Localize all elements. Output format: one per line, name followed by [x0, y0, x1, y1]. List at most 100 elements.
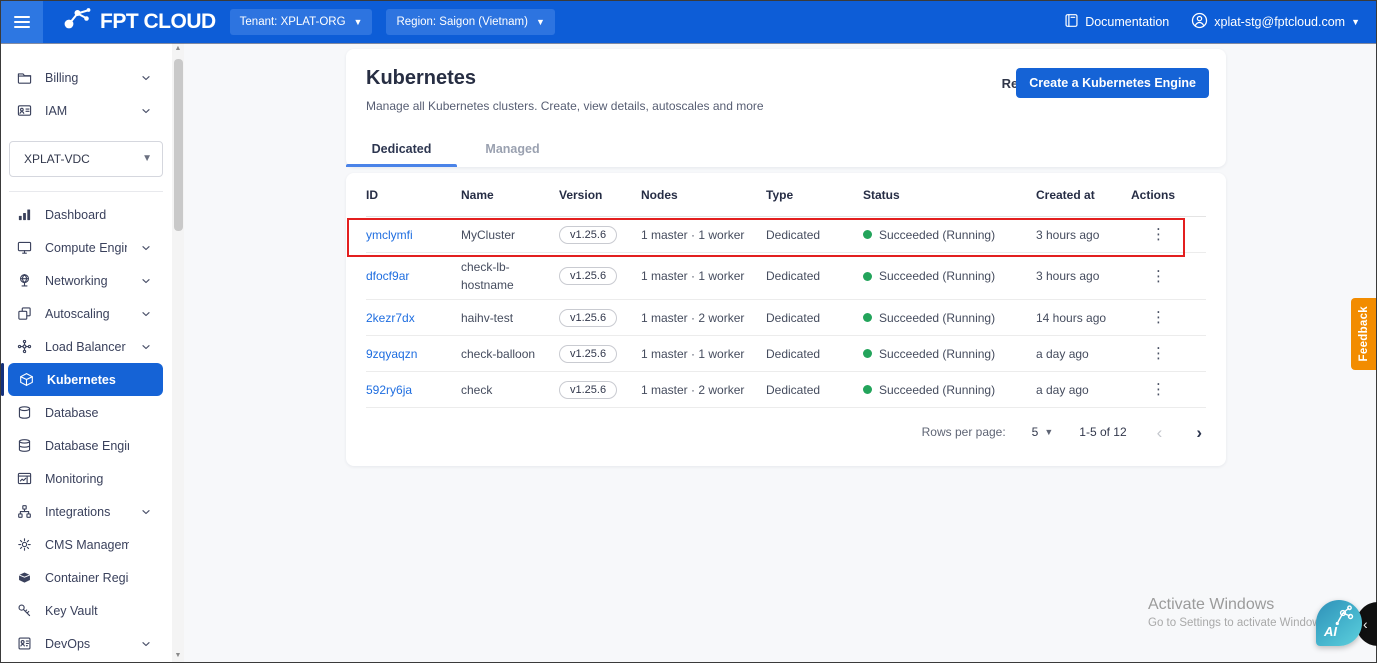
cluster-id-link[interactable]: dfocf9ar [366, 269, 409, 283]
database-icon [16, 405, 32, 421]
status-dot-icon [863, 313, 872, 322]
sidebar-item-key-vault[interactable]: Key Vault [1, 594, 166, 627]
tab-managed[interactable]: Managed [457, 142, 568, 167]
status-text: Succeeded (Running) [879, 346, 996, 361]
chevron-down-icon [142, 572, 152, 584]
cluster-actions-cell: ⋮ [1131, 380, 1206, 399]
version-badge: v1.25.6 [559, 225, 618, 244]
cluster-type-cell: Dedicated [766, 269, 821, 283]
row-actions-menu-icon[interactable]: ⋮ [1145, 267, 1172, 286]
sidebar-item-label: Kubernetes [47, 372, 116, 387]
vdc-selector-value: XPLAT-VDC [24, 152, 90, 166]
cluster-status-cell: Succeeded (Running) [863, 228, 1036, 242]
documentation-icon [1064, 13, 1079, 31]
cluster-id-link[interactable]: 2kezr7dx [366, 311, 415, 325]
caret-down-icon: ▼ [535, 16, 545, 27]
sidebar-item-autoscaling[interactable]: Autoscaling [1, 297, 166, 330]
sidebar-item-label: Database [45, 405, 99, 420]
cms-management-icon [16, 537, 32, 553]
sidebar-item-database[interactable]: Database [1, 396, 166, 429]
menu-toggle-button[interactable] [1, 1, 43, 43]
fpt-cloud-logo[interactable]: FPT CLOUD [63, 7, 216, 37]
sidebar-item-container-registry[interactable]: Container Registry [1, 561, 166, 594]
sidebar-item-cms-management[interactable]: CMS Management [1, 528, 166, 561]
networking-icon [16, 273, 32, 289]
next-page-button[interactable]: › [1192, 424, 1206, 441]
chevron-down-icon [140, 605, 152, 617]
rows-per-page-select[interactable]: 5 ▼ [1032, 425, 1054, 439]
user-account-menu[interactable]: xplat-stg@fptcloud.com ▼ [1191, 12, 1360, 32]
sidebar-item-monitoring[interactable]: Monitoring [1, 462, 166, 495]
sidebar-scrollbar[interactable]: ▲ ▼ [172, 43, 184, 662]
previous-page-button[interactable]: ‹ [1153, 424, 1167, 441]
row-actions-menu-icon[interactable]: ⋮ [1145, 344, 1172, 363]
cluster-id-cell: ymclymfi [366, 228, 461, 242]
tenant-selector[interactable]: Tenant: XPLAT-ORG ▼ [229, 9, 373, 35]
row-actions-menu-icon[interactable]: ⋮ [1145, 225, 1172, 244]
sidebar-main-group: Dashboard Compute Engine Networking Auto… [1, 198, 172, 660]
column-header-status: Status [863, 187, 900, 202]
status-text: Succeeded (Running) [879, 227, 996, 242]
status-dot-icon [863, 385, 872, 394]
sidebar-item-database-engine[interactable]: Database Engine [1, 429, 166, 462]
table-row: 9zqyaqzn check-balloon v1.25.6 1 master … [366, 336, 1206, 372]
cluster-created-cell: a day ago [1036, 346, 1089, 361]
logo-text: FPT CLOUD [100, 10, 216, 33]
scroll-up-icon[interactable]: ▲ [172, 43, 184, 55]
region-selector[interactable]: Region: Saigon (Vietnam) ▼ [386, 9, 555, 35]
sidebar-item-iam[interactable]: IAM [1, 94, 166, 127]
status-dot-icon [863, 230, 872, 239]
sidebar-item-integrations[interactable]: Integrations [1, 495, 166, 528]
tab-bar: Dedicated Managed [346, 142, 568, 167]
column-header-actions: Actions [1131, 187, 1176, 202]
scrollbar-thumb[interactable] [173, 59, 183, 231]
cluster-created-cell: a day ago [1036, 382, 1089, 397]
sidebar-item-label: Monitoring [45, 471, 104, 486]
fpt-molecule-icon [63, 7, 93, 37]
sidebar-item-label: Key Vault [45, 603, 98, 618]
chevron-down-icon [140, 242, 152, 254]
devops-icon [16, 636, 32, 652]
autoscaling-icon [16, 306, 32, 322]
chevron-down-icon [137, 374, 149, 386]
pagination-bar: Rows per page: 5 ▼ 1-5 of 12 ‹ › [366, 408, 1206, 452]
documentation-link[interactable]: Documentation [1064, 13, 1169, 31]
cluster-name-cell: MyCluster [461, 227, 516, 242]
column-header-id: ID [366, 187, 378, 202]
sidebar-item-billing[interactable]: Billing [1, 61, 166, 94]
ai-assistant-button[interactable]: AI [1316, 600, 1362, 646]
create-kubernetes-engine-button[interactable]: Create a Kubernetes Engine [1016, 68, 1209, 98]
cluster-id-link[interactable]: 592ry6ja [366, 383, 412, 397]
caret-down-icon: ▼ [142, 153, 152, 164]
sidebar-item-dashboard[interactable]: Dashboard [1, 198, 166, 231]
cluster-nodes-cell: 1 master · 1 worker [641, 346, 745, 361]
cluster-name-cell: haihv-test [461, 310, 514, 325]
vdc-selector[interactable]: XPLAT-VDC ▼ [9, 141, 163, 177]
chevron-down-icon [140, 275, 152, 287]
sidebar-item-label: IAM [45, 103, 68, 118]
sidebar-item-compute-engine[interactable]: Compute Engine [1, 231, 166, 264]
cluster-id-link[interactable]: ymclymfi [366, 228, 413, 242]
status-text: Succeeded (Running) [879, 382, 996, 397]
region-label: Region: Saigon (Vietnam) [396, 16, 528, 28]
cluster-created-cell: 3 hours ago [1036, 269, 1100, 283]
scroll-down-icon[interactable]: ▼ [172, 650, 184, 662]
cluster-nodes-cell: 1 master · 1 worker [641, 269, 745, 283]
cluster-id-link[interactable]: 9zqyaqzn [366, 347, 417, 361]
sidebar-item-load-balancer[interactable]: Load Balancer [1, 330, 166, 363]
tab-dedicated[interactable]: Dedicated [346, 142, 457, 167]
caret-down-icon: ▼ [1044, 426, 1054, 437]
sidebar-item-kubernetes[interactable]: Kubernetes [1, 363, 163, 396]
chevron-down-icon [140, 72, 152, 84]
sidebar-item-devops[interactable]: DevOps [1, 627, 166, 660]
cluster-nodes-cell: 1 master · 2 worker [641, 310, 745, 325]
feedback-tab[interactable]: Feedback [1351, 298, 1376, 370]
sidebar-item-label: Container Registry [45, 570, 129, 585]
rows-per-page-value: 5 [1031, 425, 1039, 439]
container-registry-icon [16, 570, 32, 586]
key-vault-icon [16, 603, 32, 619]
row-actions-menu-icon[interactable]: ⋮ [1145, 380, 1172, 399]
row-actions-menu-icon[interactable]: ⋮ [1145, 308, 1172, 327]
sidebar-item-networking[interactable]: Networking [1, 264, 166, 297]
cluster-status-cell: Succeeded (Running) [863, 347, 1036, 361]
